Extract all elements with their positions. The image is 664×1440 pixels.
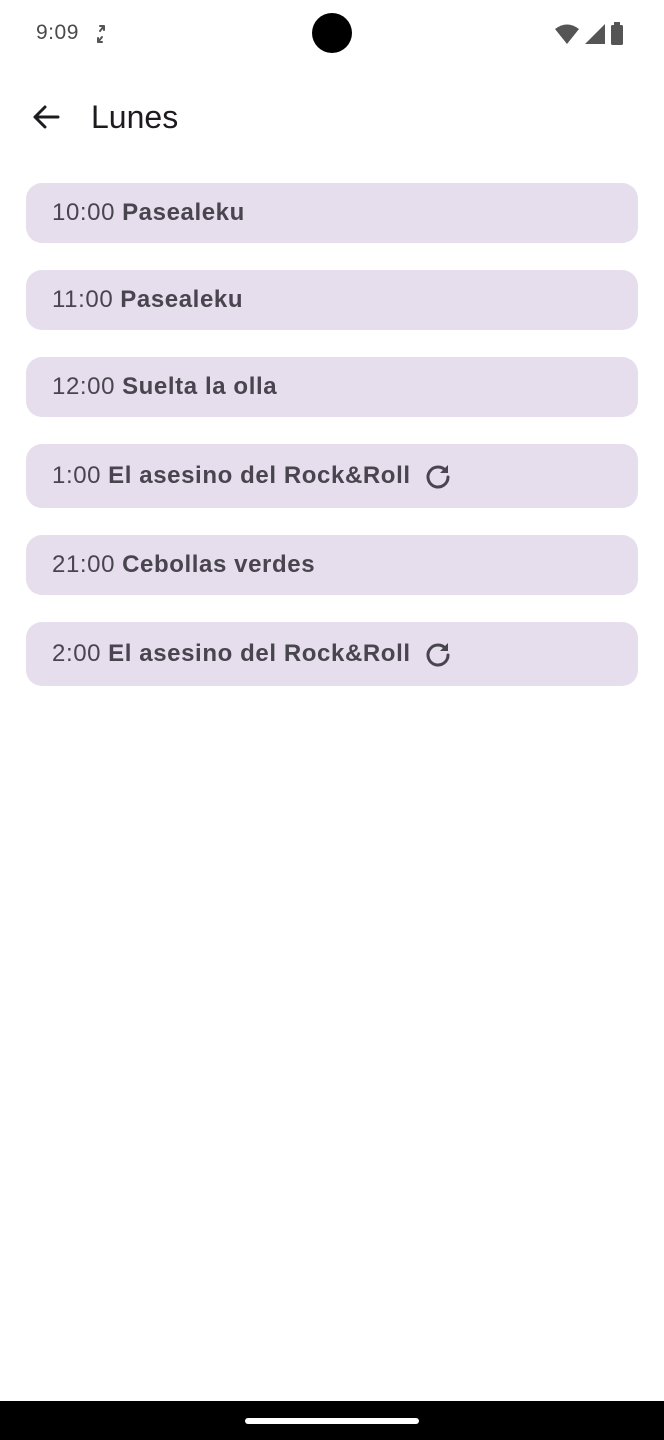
status-bar: 9:09 — [0, 0, 664, 68]
status-icons — [554, 22, 624, 46]
schedule-item[interactable]: 12:00 Suelta la olla — [26, 357, 638, 417]
wifi-icon — [554, 23, 580, 45]
cell-signal-icon — [584, 23, 606, 45]
arrow-back-icon — [30, 101, 62, 138]
schedule-show: El asesino del Rock&Roll — [108, 640, 411, 667]
schedule-time: 21:00 — [52, 551, 116, 578]
schedule-show: Pasealeku — [122, 199, 245, 226]
battery-icon — [610, 22, 624, 46]
schedule-show: Pasealeku — [120, 286, 244, 313]
repeat-icon — [423, 639, 453, 669]
schedule-time: 1:00 — [52, 462, 102, 489]
schedule-show: Cebollas verdes — [122, 551, 316, 578]
schedule-item[interactable]: 1:00 El asesino del Rock&Roll — [26, 444, 638, 508]
screen: 9:09 Lunes 10:00 Pasealeku 11:00 Paseale… — [0, 0, 664, 1440]
schedule-time: 11:00 — [52, 286, 114, 313]
schedule-time: 10:00 — [52, 199, 116, 226]
repeat-icon — [423, 461, 453, 491]
navigation-bar — [0, 1401, 664, 1440]
schedule-list: 10:00 Pasealeku 11:00 Pasealeku 12:00 Su… — [26, 183, 638, 713]
schedule-time: 2:00 — [52, 640, 102, 667]
schedule-item[interactable]: 11:00 Pasealeku — [26, 270, 638, 330]
schedule-item[interactable]: 21:00 Cebollas verdes — [26, 535, 638, 595]
home-gesture-handle[interactable] — [245, 1418, 419, 1424]
status-time: 9:09 — [36, 21, 79, 44]
camera-cutout — [312, 13, 352, 53]
sync-off-icon — [91, 23, 111, 45]
schedule-item[interactable]: 2:00 El asesino del Rock&Roll — [26, 622, 638, 686]
schedule-time: 12:00 — [52, 373, 116, 400]
schedule-show: El asesino del Rock&Roll — [108, 462, 411, 489]
schedule-show: Suelta la olla — [122, 373, 278, 400]
back-button[interactable] — [22, 95, 70, 143]
page-title: Lunes — [91, 99, 179, 135]
schedule-item[interactable]: 10:00 Pasealeku — [26, 183, 638, 243]
app-bar: Lunes — [0, 80, 664, 160]
